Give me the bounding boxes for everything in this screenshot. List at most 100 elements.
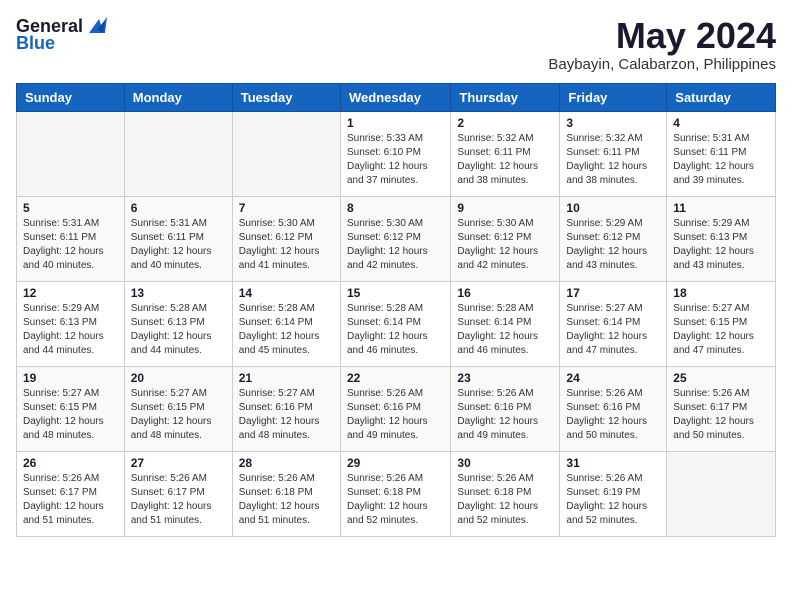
week-row-1: 1 Sunrise: 5:33 AM Sunset: 6:10 PM Daylig… bbox=[17, 111, 776, 196]
header-monday: Monday bbox=[124, 83, 232, 111]
month-title: May 2024 bbox=[548, 16, 776, 56]
logo-blue: Blue bbox=[16, 33, 55, 54]
day-cell: 10 Sunrise: 5:29 AM Sunset: 6:12 PM Dayli… bbox=[560, 196, 667, 281]
day-cell: 1 Sunrise: 5:33 AM Sunset: 6:10 PM Daylig… bbox=[340, 111, 450, 196]
day-info: Sunrise: 5:31 AM Sunset: 6:11 PM Dayligh… bbox=[131, 217, 226, 273]
week-row-3: 12 Sunrise: 5:29 AM Sunset: 6:13 PM Dayli… bbox=[17, 281, 776, 366]
day-number: 27 bbox=[131, 456, 226, 470]
day-cell: 16 Sunrise: 5:28 AM Sunset: 6:14 PM Dayli… bbox=[451, 281, 560, 366]
day-info: Sunrise: 5:32 AM Sunset: 6:11 PM Dayligh… bbox=[457, 132, 553, 188]
day-info: Sunrise: 5:26 AM Sunset: 6:16 PM Dayligh… bbox=[347, 387, 444, 443]
logo-bird-icon bbox=[87, 15, 109, 35]
day-cell: 4 Sunrise: 5:31 AM Sunset: 6:11 PM Daylig… bbox=[667, 111, 776, 196]
header-saturday: Saturday bbox=[667, 83, 776, 111]
header-row: SundayMondayTuesdayWednesdayThursdayFrid… bbox=[17, 83, 776, 111]
day-cell bbox=[124, 111, 232, 196]
day-info: Sunrise: 5:27 AM Sunset: 6:15 PM Dayligh… bbox=[23, 387, 118, 443]
day-number: 6 bbox=[131, 201, 226, 215]
day-cell: 6 Sunrise: 5:31 AM Sunset: 6:11 PM Daylig… bbox=[124, 196, 232, 281]
day-number: 14 bbox=[239, 286, 334, 300]
calendar-table: SundayMondayTuesdayWednesdayThursdayFrid… bbox=[16, 83, 776, 537]
day-number: 26 bbox=[23, 456, 118, 470]
day-info: Sunrise: 5:26 AM Sunset: 6:16 PM Dayligh… bbox=[457, 387, 553, 443]
day-cell: 24 Sunrise: 5:26 AM Sunset: 6:16 PM Dayli… bbox=[560, 366, 667, 451]
day-cell: 13 Sunrise: 5:28 AM Sunset: 6:13 PM Dayli… bbox=[124, 281, 232, 366]
day-number: 13 bbox=[131, 286, 226, 300]
day-info: Sunrise: 5:27 AM Sunset: 6:14 PM Dayligh… bbox=[566, 302, 660, 358]
day-cell: 27 Sunrise: 5:26 AM Sunset: 6:17 PM Dayli… bbox=[124, 451, 232, 536]
day-info: Sunrise: 5:33 AM Sunset: 6:10 PM Dayligh… bbox=[347, 132, 444, 188]
day-number: 10 bbox=[566, 201, 660, 215]
day-cell: 15 Sunrise: 5:28 AM Sunset: 6:14 PM Dayli… bbox=[340, 281, 450, 366]
day-cell bbox=[17, 111, 125, 196]
week-row-5: 26 Sunrise: 5:26 AM Sunset: 6:17 PM Dayli… bbox=[17, 451, 776, 536]
day-number: 11 bbox=[673, 201, 769, 215]
header-friday: Friday bbox=[560, 83, 667, 111]
day-info: Sunrise: 5:27 AM Sunset: 6:15 PM Dayligh… bbox=[673, 302, 769, 358]
day-number: 8 bbox=[347, 201, 444, 215]
day-cell: 17 Sunrise: 5:27 AM Sunset: 6:14 PM Dayli… bbox=[560, 281, 667, 366]
day-info: Sunrise: 5:28 AM Sunset: 6:14 PM Dayligh… bbox=[239, 302, 334, 358]
day-number: 2 bbox=[457, 116, 553, 130]
day-number: 31 bbox=[566, 456, 660, 470]
day-number: 30 bbox=[457, 456, 553, 470]
day-number: 15 bbox=[347, 286, 444, 300]
day-cell: 5Sunrise: 5:31 AM Sunset: 6:11 PM Daylig… bbox=[17, 196, 125, 281]
header-wednesday: Wednesday bbox=[340, 83, 450, 111]
day-info: Sunrise: 5:31 AM Sunset: 6:11 PM Dayligh… bbox=[673, 132, 769, 188]
day-cell: 3 Sunrise: 5:32 AM Sunset: 6:11 PM Daylig… bbox=[560, 111, 667, 196]
week-row-2: 5Sunrise: 5:31 AM Sunset: 6:11 PM Daylig… bbox=[17, 196, 776, 281]
day-info: Sunrise: 5:26 AM Sunset: 6:16 PM Dayligh… bbox=[566, 387, 660, 443]
day-number: 28 bbox=[239, 456, 334, 470]
day-number: 22 bbox=[347, 371, 444, 385]
day-number: 19 bbox=[23, 371, 118, 385]
day-info: Sunrise: 5:28 AM Sunset: 6:14 PM Dayligh… bbox=[457, 302, 553, 358]
day-info: Sunrise: 5:29 AM Sunset: 6:12 PM Dayligh… bbox=[566, 217, 660, 273]
day-cell: 23 Sunrise: 5:26 AM Sunset: 6:16 PM Dayli… bbox=[451, 366, 560, 451]
day-cell: 22 Sunrise: 5:26 AM Sunset: 6:16 PM Dayli… bbox=[340, 366, 450, 451]
day-info: Sunrise: 5:30 AM Sunset: 6:12 PM Dayligh… bbox=[239, 217, 334, 273]
day-cell bbox=[667, 451, 776, 536]
day-info: Sunrise: 5:27 AM Sunset: 6:15 PM Dayligh… bbox=[131, 387, 226, 443]
day-number: 18 bbox=[673, 286, 769, 300]
day-cell: 20Sunrise: 5:27 AM Sunset: 6:15 PM Dayli… bbox=[124, 366, 232, 451]
day-number: 9 bbox=[457, 201, 553, 215]
day-number: 12 bbox=[23, 286, 118, 300]
day-number: 23 bbox=[457, 371, 553, 385]
day-info: Sunrise: 5:26 AM Sunset: 6:17 PM Dayligh… bbox=[23, 472, 118, 528]
day-number: 25 bbox=[673, 371, 769, 385]
day-cell: 31Sunrise: 5:26 AM Sunset: 6:19 PM Dayli… bbox=[560, 451, 667, 536]
day-cell: 9 Sunrise: 5:30 AM Sunset: 6:12 PM Daylig… bbox=[451, 196, 560, 281]
day-cell: 26 Sunrise: 5:26 AM Sunset: 6:17 PM Dayli… bbox=[17, 451, 125, 536]
day-info: Sunrise: 5:32 AM Sunset: 6:11 PM Dayligh… bbox=[566, 132, 660, 188]
day-cell: 14 Sunrise: 5:28 AM Sunset: 6:14 PM Dayli… bbox=[232, 281, 340, 366]
day-number: 21 bbox=[239, 371, 334, 385]
day-number: 24 bbox=[566, 371, 660, 385]
day-info: Sunrise: 5:30 AM Sunset: 6:12 PM Dayligh… bbox=[457, 217, 553, 273]
day-info: Sunrise: 5:29 AM Sunset: 6:13 PM Dayligh… bbox=[23, 302, 118, 358]
day-cell: 30 Sunrise: 5:26 AM Sunset: 6:18 PM Dayli… bbox=[451, 451, 560, 536]
day-info: Sunrise: 5:26 AM Sunset: 6:18 PM Dayligh… bbox=[347, 472, 444, 528]
day-info: Sunrise: 5:26 AM Sunset: 6:18 PM Dayligh… bbox=[239, 472, 334, 528]
day-number: 4 bbox=[673, 116, 769, 130]
logo: General Blue bbox=[16, 16, 109, 54]
day-cell: 12 Sunrise: 5:29 AM Sunset: 6:13 PM Dayli… bbox=[17, 281, 125, 366]
day-info: Sunrise: 5:26 AM Sunset: 6:17 PM Dayligh… bbox=[131, 472, 226, 528]
day-info: Sunrise: 5:28 AM Sunset: 6:13 PM Dayligh… bbox=[131, 302, 226, 358]
day-cell: 28 Sunrise: 5:26 AM Sunset: 6:18 PM Dayli… bbox=[232, 451, 340, 536]
week-row-4: 19 Sunrise: 5:27 AM Sunset: 6:15 PM Dayli… bbox=[17, 366, 776, 451]
day-cell: 8Sunrise: 5:30 AM Sunset: 6:12 PM Daylig… bbox=[340, 196, 450, 281]
day-info: Sunrise: 5:28 AM Sunset: 6:14 PM Dayligh… bbox=[347, 302, 444, 358]
day-number: 17 bbox=[566, 286, 660, 300]
title-area: May 2024 Baybayin, Calabarzon, Philippin… bbox=[548, 16, 776, 73]
day-number: 1 bbox=[347, 116, 444, 130]
day-info: Sunrise: 5:29 AM Sunset: 6:13 PM Dayligh… bbox=[673, 217, 769, 273]
day-info: Sunrise: 5:31 AM Sunset: 6:11 PM Dayligh… bbox=[23, 217, 118, 273]
header-tuesday: Tuesday bbox=[232, 83, 340, 111]
day-info: Sunrise: 5:26 AM Sunset: 6:18 PM Dayligh… bbox=[457, 472, 553, 528]
day-cell: 19 Sunrise: 5:27 AM Sunset: 6:15 PM Dayli… bbox=[17, 366, 125, 451]
day-number: 3 bbox=[566, 116, 660, 130]
day-number: 16 bbox=[457, 286, 553, 300]
header: General Blue May 2024 Baybayin, Calabarz… bbox=[16, 16, 776, 73]
day-number: 29 bbox=[347, 456, 444, 470]
